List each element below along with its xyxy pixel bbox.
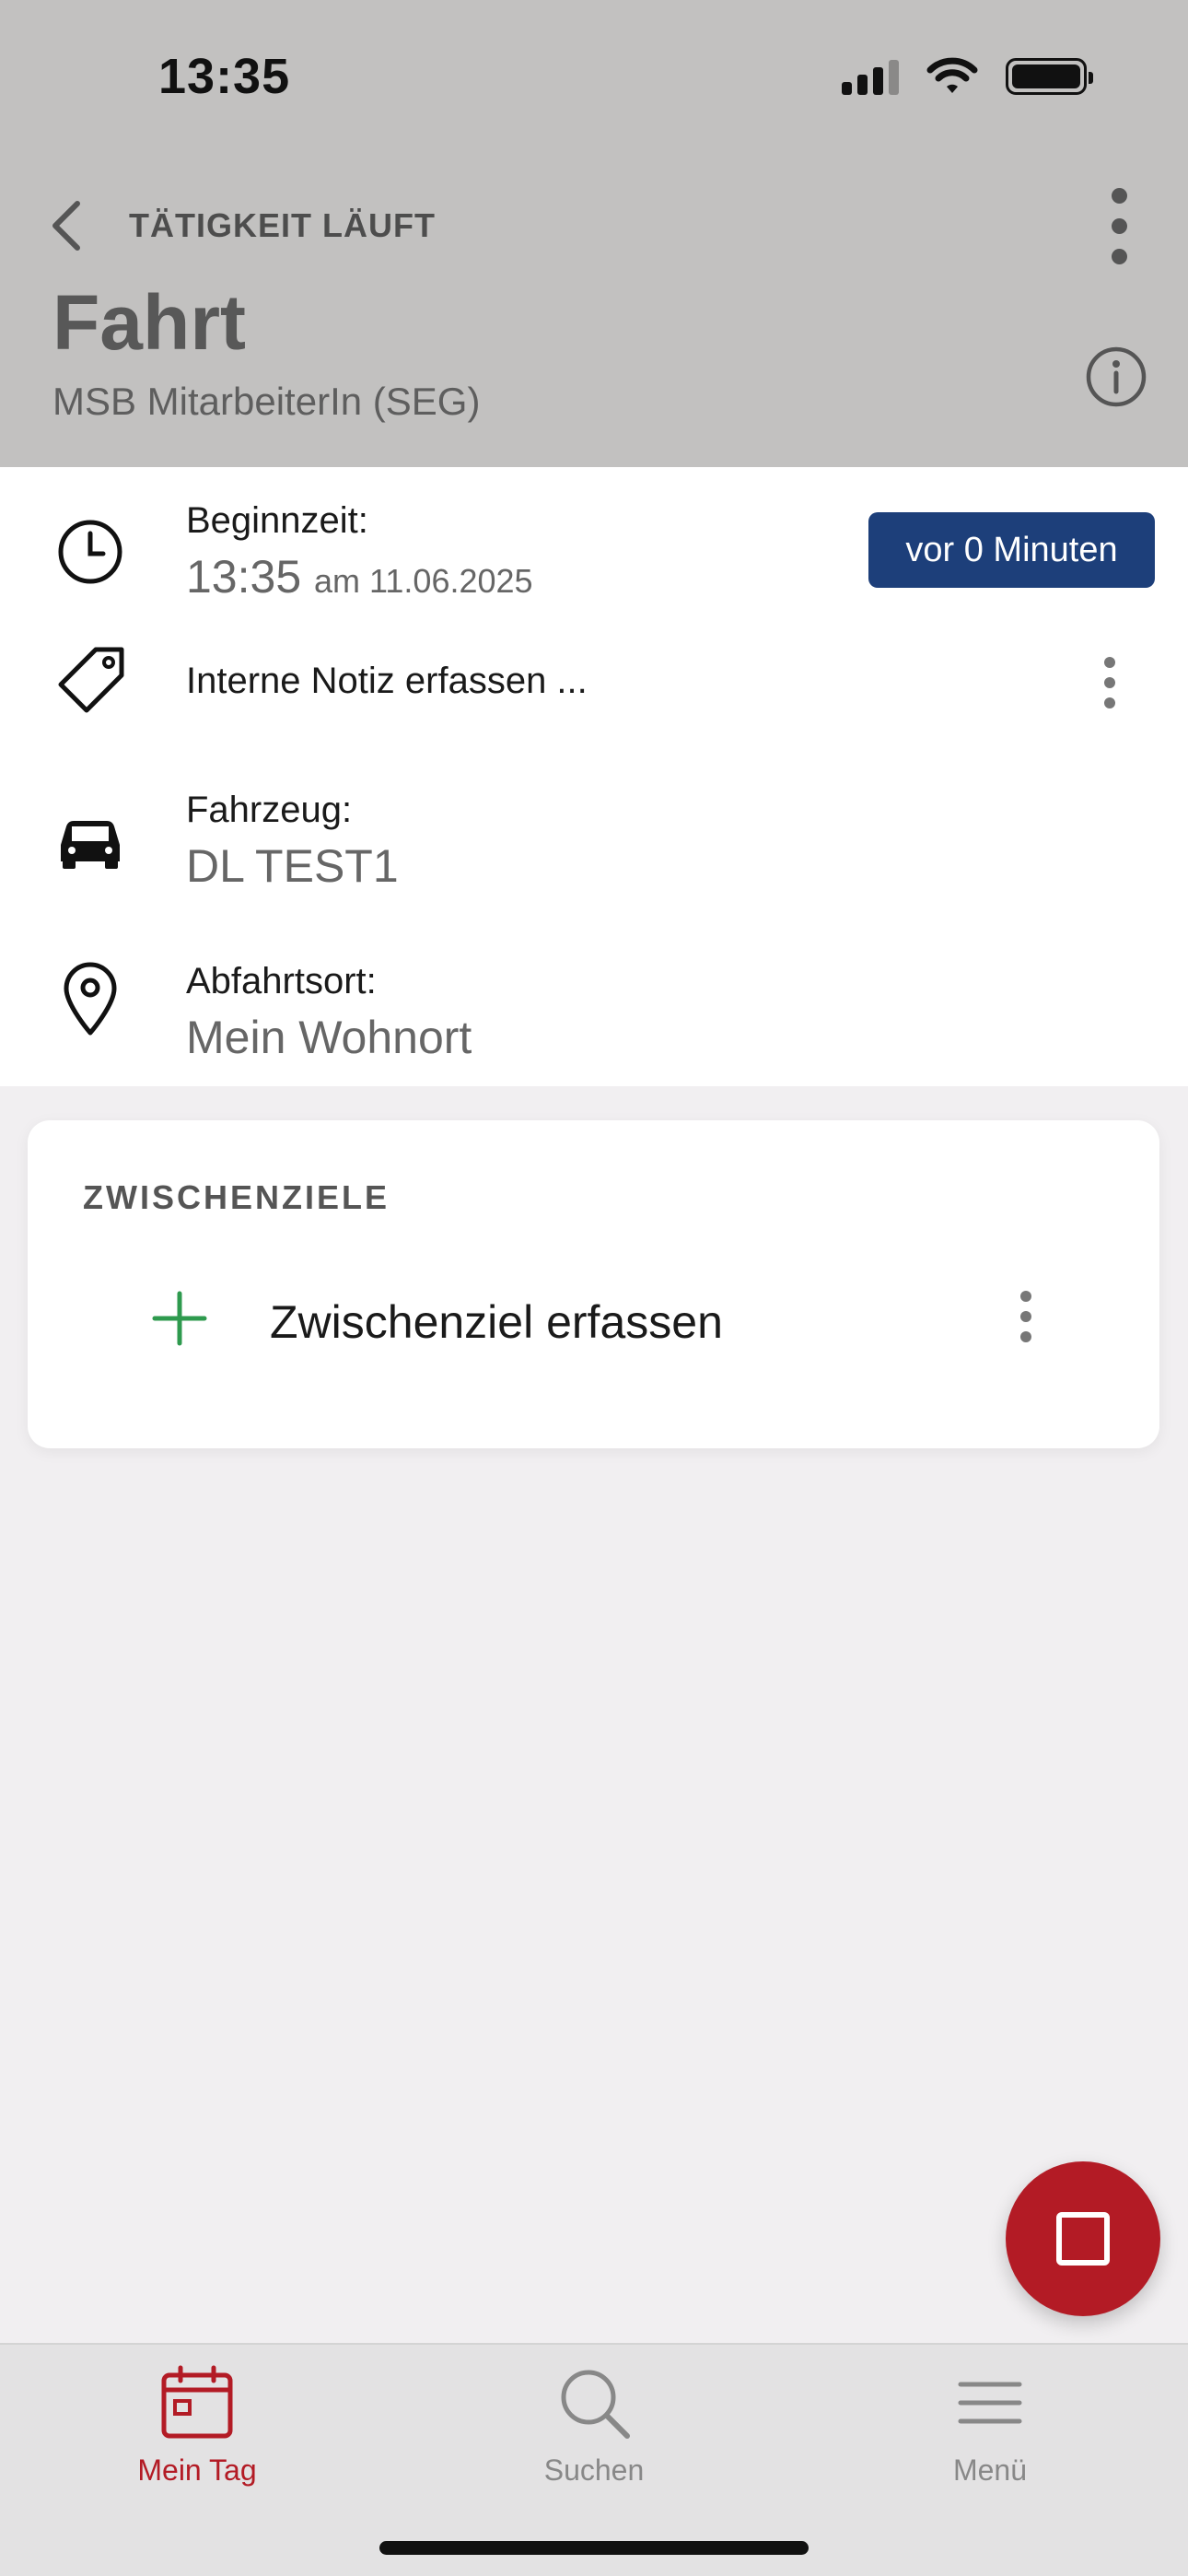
begin-time-label: Beginnzeit:: [186, 500, 368, 541]
note-row[interactable]: Interne Notiz erfassen ...: [0, 605, 1188, 753]
waypoints-title: ZWISCHENZIELE: [83, 1178, 390, 1216]
info-icon: [1086, 346, 1147, 407]
wifi-icon: [926, 57, 978, 96]
vehicle-label: Fahrzeug:: [186, 790, 353, 830]
vehicle-value: DL TEST1: [186, 840, 399, 892]
nav-search-label: Suchen: [543, 2453, 645, 2487]
calendar-icon: [161, 2365, 233, 2439]
begin-time-value: 13:35 am 11.06.2025: [186, 550, 533, 603]
activity-status-label: TÄTIGKEIT LÄUFT: [129, 206, 436, 244]
add-waypoint-button[interactable]: Zwischenziel erfassen: [28, 1268, 1159, 1369]
page-subtitle: MSB MitarbeiterIn (SEG): [52, 380, 481, 423]
add-waypoint-label: Zwischenziel erfassen: [270, 1296, 723, 1348]
waypoints-card: ZWISCHENZIELE Zwischenziel erfassen: [28, 1120, 1159, 1448]
waypoint-more-button[interactable]: [1007, 1291, 1044, 1342]
tag-icon: [58, 647, 124, 713]
vehicle-row: Fahrzeug: DL TEST1: [0, 771, 1188, 928]
departure-row: Abfahrtsort: Mein Wohnort: [0, 937, 1188, 1086]
activity-details: Beginnzeit: 13:35 am 11.06.2025 vor 0 Mi…: [0, 467, 1188, 1086]
status-icons: [842, 57, 1093, 96]
status-time: 13:35: [158, 49, 291, 104]
search-icon: [561, 2370, 630, 2439]
stop-icon: [1056, 2212, 1110, 2266]
stop-activity-button[interactable]: [1006, 2161, 1160, 2316]
chevron-left-icon: [52, 201, 80, 251]
battery-icon: [1006, 58, 1093, 95]
departure-label: Abfahrtsort:: [186, 961, 377, 1001]
nav-my-day-label: Mein Tag: [137, 2453, 257, 2487]
begin-time: 13:35: [186, 551, 302, 603]
nav-menu[interactable]: Menü: [852, 2345, 1128, 2492]
note-label: Interne Notiz erfassen ...: [186, 661, 588, 701]
page-title: Fahrt: [52, 279, 246, 366]
begin-time-row: Beginnzeit: 13:35 am 11.06.2025 vor 0 Mi…: [0, 467, 1188, 605]
info-button[interactable]: [1085, 345, 1147, 408]
back-button[interactable]: [48, 193, 94, 258]
departure-value: Mein Wohnort: [186, 1012, 472, 1063]
clock-icon: [58, 520, 122, 584]
home-indicator: [379, 2541, 809, 2555]
nav-search[interactable]: Suchen: [456, 2345, 732, 2492]
signal-icon: [842, 58, 899, 95]
location-pin-icon: [64, 962, 117, 1036]
plus-icon: [152, 1291, 207, 1346]
nav-menu-label: Menü: [952, 2453, 1028, 2487]
elapsed-badge: vor 0 Minuten: [868, 512, 1155, 588]
nav-my-day[interactable]: Mein Tag: [59, 2345, 335, 2492]
note-more-button[interactable]: [1091, 657, 1128, 708]
more-options-button[interactable]: [1096, 184, 1142, 267]
menu-icon: [958, 2382, 1022, 2424]
begin-date: am 11.06.2025: [314, 562, 533, 600]
car-icon: [61, 821, 120, 869]
header: 13:35 TÄTIGKEIT LÄUFT Fahrt MSB Mitarbei…: [0, 0, 1188, 467]
